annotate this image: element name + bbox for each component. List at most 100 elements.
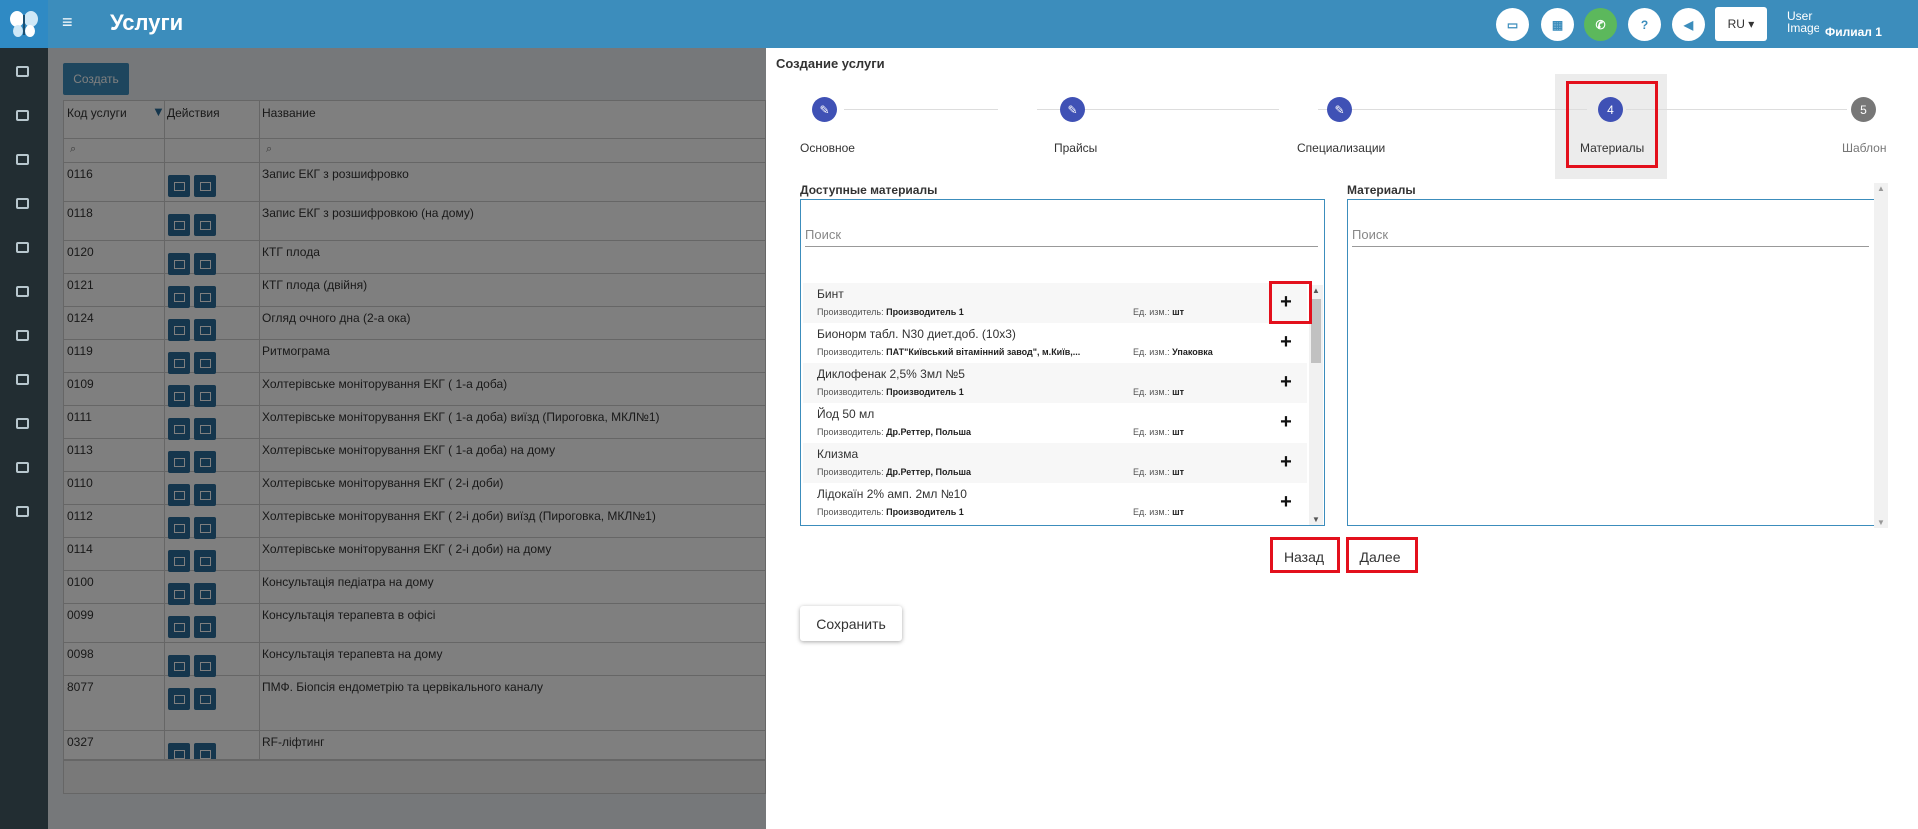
step-1-icon[interactable]: ✎ [812,97,837,122]
add-material-button[interactable]: + [1275,371,1297,393]
material-name: Лідокаїн 2% амп. 2мл №10 [817,487,967,501]
menu-toggle-icon[interactable]: ≡ [62,13,76,31]
manufacturer-label: Производитель: [817,387,884,397]
settings-icon[interactable] [13,459,31,475]
selected-materials-box: Поиск [1347,199,1875,526]
available-materials-box: Поиск Бинт Производитель: Производитель 1… [800,199,1325,526]
megaphone-icon[interactable]: ◀ [1672,8,1705,41]
money-icon[interactable] [13,415,31,431]
material-unit: Ед. изм.: Упаковка [1133,347,1213,357]
step-3-icon[interactable]: ✎ [1327,97,1352,122]
credit-card-icon[interactable]: ▭ [1496,8,1529,41]
logo[interactable] [0,0,48,48]
flask-icon[interactable] [13,107,31,123]
modal-overlay[interactable] [48,48,766,829]
save-button[interactable]: Сохранить [800,606,902,641]
step-label-basic[interactable]: Основное [800,141,855,155]
material-name: Йод 50 мл [817,407,875,421]
unit-label: Ед. изм.: [1133,507,1170,517]
create-service-panel: Создание услуги ✎ ✎ ✎ 4 5 Основное Прайс… [766,48,1918,829]
manufacturer-value: Производитель 1 [886,387,964,397]
phone-icon[interactable]: ✆ [1584,8,1617,41]
stepper-line [1626,109,1847,110]
unit-value: шт [1172,467,1185,477]
unit-label: Ед. изм.: [1133,307,1170,317]
butterfly-logo-icon [10,11,38,37]
add-material-button[interactable]: + [1275,451,1297,473]
add-material-button[interactable]: + [1275,491,1297,513]
material-name: Клизма [817,447,859,461]
step-2-icon[interactable]: ✎ [1060,97,1085,122]
card-icon[interactable] [13,503,31,519]
manufacturer-value: Др.Реттер, Польша [886,467,971,477]
book-icon[interactable] [13,327,31,343]
unit-label: Ед. изм.: [1133,467,1170,477]
panel-scrollbar[interactable]: ▲ ▼ [1874,183,1888,528]
highlight-box [1269,281,1312,324]
scroll-down-icon[interactable]: ▼ [1312,515,1320,524]
scroll-up-icon[interactable]: ▲ [1312,286,1320,295]
stepper-line [844,109,998,110]
available-search-input[interactable]: Поиск [805,225,1318,247]
page-title: Услуги [110,10,184,35]
unit-value: шт [1172,427,1185,437]
step-label-prices[interactable]: Прайсы [1054,141,1097,155]
manufacturer-label: Производитель: [817,467,884,477]
material-unit: Ед. изм.: шт [1133,507,1184,517]
language-select[interactable]: RU ▾ [1715,7,1767,41]
material-manufacturer: Производитель: ПАТ"Київський вітамінний … [817,347,1080,357]
material-manufacturer: Производитель: Др.Реттер, Польша [817,467,971,477]
unit-value: шт [1172,307,1185,317]
material-item: Бинт Производитель: Производитель 1 Ед. из… [803,283,1307,323]
contact-icon[interactable] [13,63,31,79]
manufacturer-label: Производитель: [817,507,884,517]
unit-label: Ед. изм.: [1133,427,1170,437]
stepper-line [1318,109,1587,110]
document-icon[interactable] [13,195,31,211]
manufacturer-value: Др.Реттер, Польша [886,427,971,437]
avatar[interactable]: User Image [1787,10,1819,44]
help-icon[interactable]: ? [1628,8,1661,41]
panel-title: Создание услуги [776,56,885,71]
material-unit: Ед. изм.: шт [1133,307,1184,317]
step-5-icon[interactable]: 5 [1851,97,1876,122]
material-manufacturer: Производитель: Производитель 1 [817,387,964,397]
add-material-button[interactable]: + [1275,411,1297,433]
material-item: Йод 50 мл Производитель: Др.Реттер, Польш… [803,403,1307,443]
unit-label: Ед. изм.: [1133,387,1170,397]
material-item: Диклофенак 2,5% 3мл №5 Производитель: Про… [803,363,1307,403]
app: ≡ Услуги ▭ ▦ ✆ ? ◀ RU ▾ User Image Филиа… [0,0,1918,829]
highlight-box [1566,81,1658,168]
selected-materials-label: Материалы [1347,183,1416,197]
unit-value: Упаковка [1172,347,1213,357]
sidebar [0,0,48,829]
material-manufacturer: Производитель: Др.Реттер, Польша [817,427,971,437]
material-unit: Ед. изм.: шт [1133,387,1184,397]
scroll-down-icon[interactable]: ▼ [1877,518,1885,527]
material-item: Бионорм табл. N30 диет.доб. (10х3) Произв… [803,323,1307,363]
material-name: Бионорм табл. N30 диет.доб. (10х3) [817,327,1016,341]
step-label-template[interactable]: Шаблон [1842,141,1886,155]
material-manufacturer: Производитель: Производитель 1 [817,307,964,317]
selected-search-input[interactable]: Поиск [1352,225,1869,247]
heartbeat-icon[interactable] [13,239,31,255]
material-unit: Ед. изм.: шт [1133,467,1184,477]
unit-value: шт [1172,387,1185,397]
branch-name[interactable]: Филиал 1 [1825,25,1882,39]
manufacturer-value: ПАТ"Київський вітамінний завод", м.Київ,… [886,347,1081,357]
step-label-specializations[interactable]: Специализации [1297,141,1385,155]
material-item: Лідокаїн 2% амп. 2мл №10 Производитель: П… [803,483,1307,523]
add-material-button[interactable]: + [1275,331,1297,353]
scroll-up-icon[interactable]: ▲ [1877,184,1885,193]
material-item: Клизма Производитель: Др.Реттер, Польша Ед… [803,443,1307,483]
available-materials-label: Доступные материалы [800,183,938,197]
highlight-box [1346,537,1418,573]
calculator-icon[interactable]: ▦ [1541,8,1574,41]
folder-icon[interactable] [13,371,31,387]
cubes-icon[interactable] [13,283,31,299]
unit-label: Ед. изм.: [1133,347,1170,357]
scrollbar-thumb[interactable] [1311,299,1321,363]
top-header: ≡ Услуги ▭ ▦ ✆ ? ◀ RU ▾ User Image Филиа… [48,0,1918,48]
calendar-icon[interactable] [13,151,31,167]
material-unit: Ед. изм.: шт [1133,427,1184,437]
